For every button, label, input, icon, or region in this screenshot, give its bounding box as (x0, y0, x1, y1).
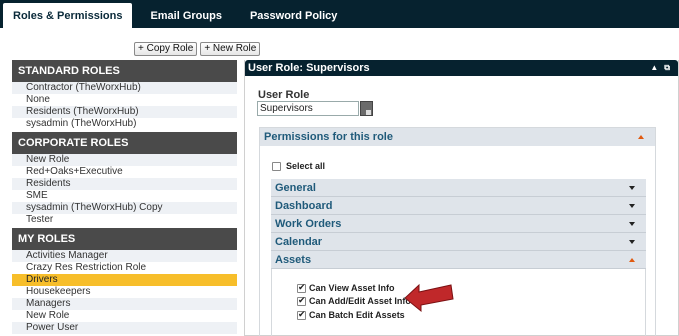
expand-caret-icon[interactable] (629, 204, 635, 208)
role-item[interactable]: New Role (12, 154, 237, 166)
expand-caret-icon[interactable] (629, 222, 635, 226)
role-item[interactable]: Residents (12, 178, 237, 190)
role-item[interactable]: SME (12, 190, 237, 202)
role-item[interactable]: sysadmin (TheWorxHub) Copy (12, 202, 237, 214)
role-item-selected[interactable]: Drivers (12, 274, 237, 286)
section-calendar[interactable]: Calendar (271, 233, 646, 251)
role-item[interactable]: Tester (12, 214, 237, 226)
user-role-label: User Role (258, 89, 310, 101)
role-item[interactable]: Housekeepers (12, 286, 237, 298)
tab-email-groups[interactable]: Email Groups (140, 3, 232, 28)
section-general[interactable]: General (271, 179, 646, 197)
permission-label: Can View Asset Info (309, 283, 395, 293)
section-dashboard[interactable]: Dashboard (271, 197, 646, 215)
role-item[interactable]: Managers (12, 298, 237, 310)
section-work-orders[interactable]: Work Orders (271, 215, 646, 233)
user-role-field[interactable]: Supervisors (257, 101, 359, 116)
standard-roles-header: STANDARD ROLES (12, 60, 237, 82)
role-item[interactable]: sysadmin (TheWorxHub) (12, 118, 237, 130)
permission-edit-asset[interactable]: Can Add/Edit Asset Info (297, 296, 411, 306)
permission-view-asset[interactable]: Can View Asset Info (297, 283, 395, 293)
permission-label: Can Add/Edit Asset Info (309, 296, 411, 306)
section-label: Calendar (275, 236, 323, 248)
permissions-title: Permissions for this role (264, 131, 393, 143)
section-assets[interactable]: Assets (271, 251, 646, 269)
select-all-label: Select all (286, 161, 326, 171)
permissions-box: Permissions for this role Select all Gen… (259, 127, 656, 336)
edit-field-icon[interactable] (360, 101, 373, 116)
permission-checkbox[interactable] (297, 283, 306, 293)
role-item[interactable]: Residents (TheWorxHub) (12, 106, 237, 118)
my-roles-header: MY ROLES (12, 228, 237, 250)
permission-checkbox[interactable] (297, 296, 306, 306)
top-nav: Roles & Permissions Email Groups Passwor… (0, 0, 679, 28)
panel-title: User Role: Supervisors (248, 62, 370, 74)
collapse-icon[interactable]: ▲ (650, 60, 658, 76)
collapse-caret-icon[interactable] (638, 135, 644, 139)
select-all[interactable]: Select all (272, 161, 325, 171)
tab-password-policy[interactable]: Password Policy (240, 3, 347, 28)
assets-permissions: Can View Asset Info Can Add/Edit Asset I… (271, 269, 646, 336)
permissions-header[interactable]: Permissions for this role (260, 128, 655, 146)
section-label: Dashboard (275, 200, 333, 212)
permission-sections: General Dashboard Work Orders Calendar A… (271, 179, 646, 269)
corporate-roles-header: CORPORATE ROLES (12, 132, 237, 154)
role-editor-panel: User Role: Supervisors ▲ ⧉ User Role Sup… (244, 60, 679, 336)
role-item[interactable]: None (12, 94, 237, 106)
role-list: STANDARD ROLES Contractor (TheWorxHub) N… (12, 60, 237, 334)
role-item[interactable]: Red+Oaks+Executive (12, 166, 237, 178)
collapse-caret-icon[interactable] (629, 258, 635, 262)
role-item[interactable]: Power User (12, 322, 237, 334)
select-all-checkbox[interactable] (272, 161, 281, 171)
annotation-arrow-icon (405, 283, 454, 313)
popout-icon[interactable]: ⧉ (664, 60, 670, 76)
permission-label: Can Batch Edit Assets (309, 310, 405, 320)
permission-batch-edit-assets[interactable]: Can Batch Edit Assets (297, 310, 405, 320)
section-label: Assets (275, 254, 312, 266)
role-item[interactable]: Contractor (TheWorxHub) (12, 82, 237, 94)
expand-caret-icon[interactable] (629, 240, 635, 244)
permission-checkbox[interactable] (297, 310, 306, 320)
copy-role-button[interactable]: + Copy Role (134, 42, 198, 56)
role-item[interactable]: New Role (12, 310, 237, 322)
tab-roles-permissions[interactable]: Roles & Permissions (3, 3, 133, 28)
role-item[interactable]: Activities Manager (12, 250, 237, 262)
new-role-button[interactable]: + New Role (200, 42, 261, 56)
section-label: General (275, 182, 316, 194)
panel-header: User Role: Supervisors ▲ ⧉ (245, 60, 678, 76)
expand-caret-icon[interactable] (629, 186, 635, 190)
role-item[interactable]: Crazy Res Restriction Role (12, 262, 237, 274)
section-label: Work Orders (275, 218, 342, 230)
role-actions: + Copy Role + New Role (134, 42, 261, 56)
